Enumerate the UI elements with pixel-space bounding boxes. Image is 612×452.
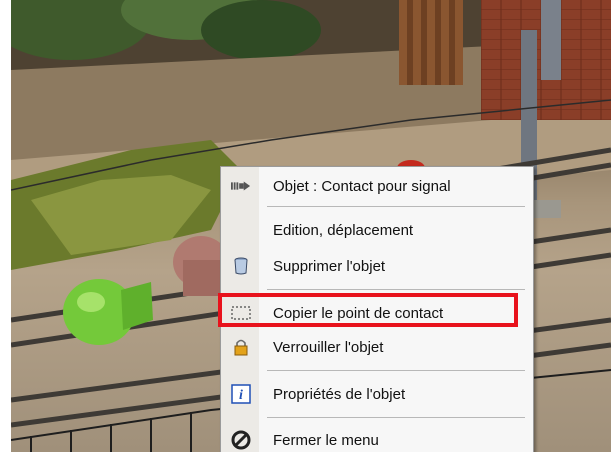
info-icon: i [231,384,251,404]
menu-item-label: Propriétés de l'objet [273,385,406,403]
menu-separator [267,370,525,371]
menu-separator [267,417,525,418]
3d-viewport[interactable]: Objet : Contact pour signal Edition, dép… [11,0,611,452]
menu-item-object-type[interactable]: Objet : Contact pour signal [221,171,533,201]
menu-item-label: Fermer le menu [273,431,379,449]
menu-item-label: Objet : Contact pour signal [273,177,451,195]
menu-item-label: Edition, déplacement [273,221,414,239]
padlock-icon [231,337,251,357]
close-circle-icon [231,430,251,450]
svg-text:i: i [239,388,243,403]
menu-item-lock-object[interactable]: Verrouiller l'objet [221,332,533,362]
menu-separator [267,206,525,207]
trash-can-icon [231,256,251,276]
screenshot-frame: Objet : Contact pour signal Edition, dép… [0,0,612,452]
menu-item-label: Verrouiller l'objet [273,338,384,356]
menu-item-close-menu[interactable]: Fermer le menu [221,425,533,452]
menu-item-object-properties[interactable]: i Propriétés de l'objet [221,379,533,409]
menu-item-delete-object[interactable]: Supprimer l'objet [221,251,533,281]
menu-item-edit-move[interactable]: Edition, déplacement [221,215,533,245]
menu-separator [267,289,525,290]
menu-item-label: Supprimer l'objet [273,257,386,275]
signal-contact-icon [231,176,251,196]
annotation-highlight-box [218,293,518,327]
